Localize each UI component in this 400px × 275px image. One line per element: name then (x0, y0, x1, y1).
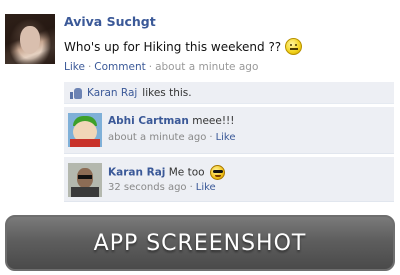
comment-meta: about a minute ago · Like (108, 132, 236, 143)
like-link[interactable]: Like (64, 61, 85, 73)
comment-like-link[interactable]: Like (216, 132, 236, 143)
app-screenshot-banner: APP SCREENSHOT (5, 215, 395, 271)
feedback-box: Karan Raj likes this. Abhi Cartman meee!… (64, 82, 394, 205)
thumbs-up-icon (70, 87, 82, 99)
smiley-icon (285, 38, 303, 55)
poster-name-link[interactable]: Aviva Suchgt (64, 14, 156, 29)
separator-dot: · (87, 61, 92, 73)
likes-suffix: likes this. (142, 86, 192, 99)
avatar-body (71, 187, 99, 197)
commenter-avatar[interactable] (68, 113, 102, 147)
comment-body: Karan Raj Me too (108, 165, 225, 180)
post-actions: Like · Comment · about a minute ago (64, 61, 258, 73)
comment-item: Karan Raj Me too 32 seconds ago · Like (64, 157, 394, 202)
separator-dot: · (209, 132, 213, 143)
avatar-face (20, 26, 40, 54)
comment-text: Me too (168, 166, 205, 179)
separator-dot: · (148, 61, 153, 73)
commenter-avatar[interactable] (68, 163, 102, 197)
avatar-body (70, 139, 100, 147)
feed-post: Aviva Suchgt Who's up for Hiking this we… (0, 0, 400, 210)
comment-body: Abhi Cartman meee!!! (108, 115, 234, 127)
comment-text: meee!!! (192, 115, 235, 127)
poster-avatar[interactable] (5, 14, 55, 64)
avatar-sunglasses (78, 175, 92, 179)
comment-item: Abhi Cartman meee!!! about a minute ago … (64, 107, 394, 154)
liker-name-link[interactable]: Karan Raj (87, 87, 137, 99)
comment-timestamp[interactable]: about a minute ago (108, 132, 206, 143)
likes-summary: Karan Raj likes this. (64, 82, 394, 104)
comment-like-link[interactable]: Like (196, 182, 216, 193)
commenter-name-link[interactable]: Abhi Cartman (108, 115, 189, 127)
comment-timestamp[interactable]: 32 seconds ago (108, 182, 187, 193)
commenter-name-link[interactable]: Karan Raj (108, 167, 165, 179)
separator-dot: · (189, 182, 193, 193)
comment-link[interactable]: Comment (94, 61, 145, 73)
post-timestamp[interactable]: about a minute ago (155, 61, 258, 73)
banner-text: APP SCREENSHOT (93, 230, 307, 256)
status-text: Who's up for Hiking this weekend ?? (64, 39, 282, 54)
status-message: Who's up for Hiking this weekend ?? (64, 38, 303, 55)
comment-meta: 32 seconds ago · Like (108, 182, 216, 193)
cool-smiley-icon (209, 165, 225, 180)
